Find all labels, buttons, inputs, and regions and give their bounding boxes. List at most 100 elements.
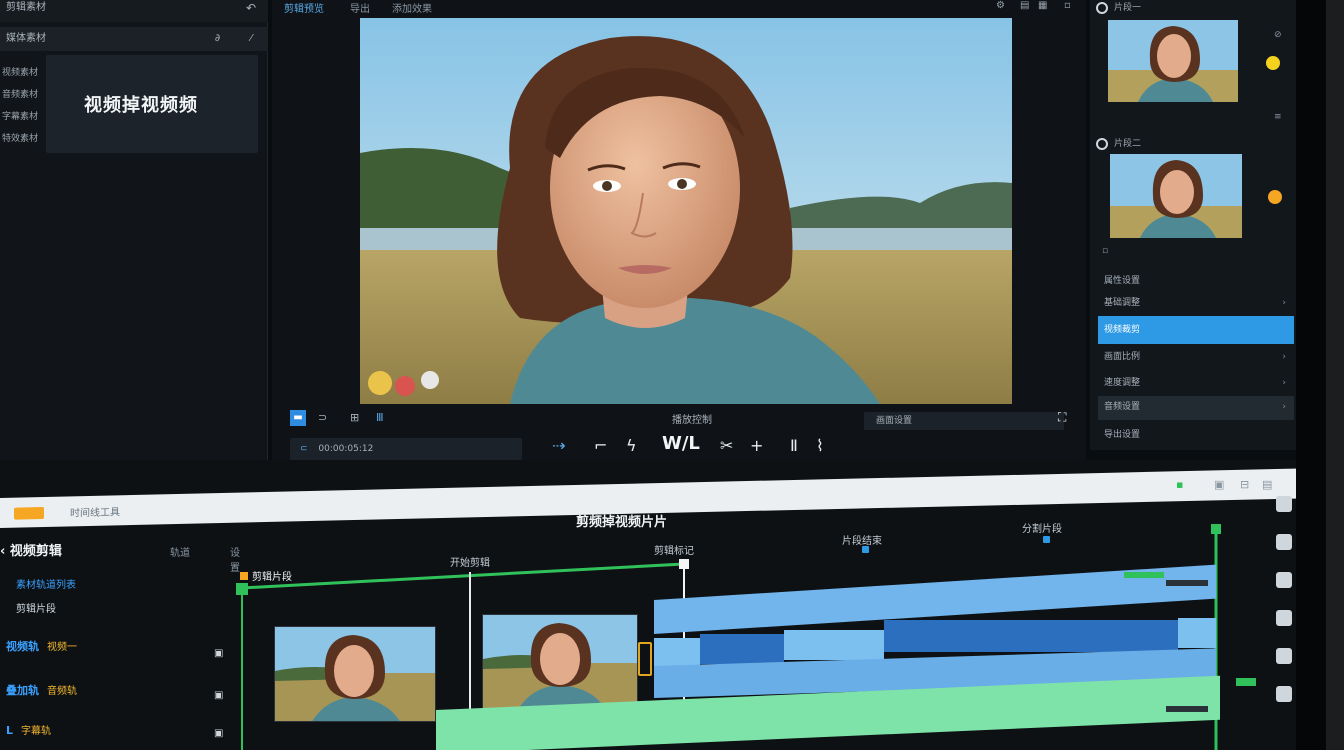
chevron-right-icon: › (1282, 402, 1286, 412)
media-card-title: 视频掉视频频 (84, 95, 198, 116)
thumbnail-image (1110, 154, 1242, 238)
split-icon[interactable]: ϟ (626, 436, 637, 455)
menu-item-label: 基础调整 (1104, 298, 1141, 308)
color-knob[interactable] (1268, 190, 1282, 204)
blue-clip[interactable] (784, 630, 884, 660)
media-category-item[interactable]: 视频素材 (0, 62, 44, 84)
watermark-label: W/L (662, 433, 700, 454)
tool-icon[interactable] (1276, 572, 1292, 588)
tab-preview[interactable]: 剪辑预览 (284, 0, 324, 15)
loop-icon: ⊂ (300, 444, 308, 454)
preview-tabs: 剪辑预览 导出 添加效果 ⚙ ▤ ▦ ▫ (272, 0, 1086, 16)
trim-start-icon[interactable]: ⌐ (594, 436, 607, 455)
tool-icon[interactable] (1276, 496, 1292, 512)
media-tab[interactable]: 媒体素材 ∂ ⁄ (0, 27, 268, 51)
playback-controls-label: 播放控制 (672, 415, 712, 426)
chevron-right-icon: › (1282, 352, 1286, 362)
preview-panel: 剪辑预览 导出 添加效果 ⚙ ▤ ▦ ▫ ▬ ⊃ ⊞ Ⅲ 播放控制 ⊂ 00:0… (272, 0, 1086, 488)
color-knob[interactable] (1266, 56, 1280, 70)
menu-item-label: 速度调整 (1104, 378, 1141, 388)
clip-item-header[interactable]: 片段一 (1096, 0, 1141, 14)
thumbnail-image (1108, 20, 1238, 102)
frame-settings-field[interactable]: 画面设置 (864, 412, 1064, 430)
link-icon[interactable]: ⊘ (1274, 30, 1282, 40)
crop-icon[interactable]: ⌇ (816, 436, 824, 455)
clip-item-header[interactable]: 片段二 (1096, 136, 1141, 150)
menu-item-active[interactable]: 视频裁剪 (1098, 316, 1294, 344)
clip-frame (275, 627, 435, 721)
monitor-bezel (1296, 0, 1344, 750)
menu-item-label: 音频设置 (1104, 402, 1141, 412)
clip-thumbnail[interactable] (1110, 154, 1242, 238)
timeline-panel: 时间线工具 ▪ ▣ ⊟ ▤ 剪频掉视频片片 ‹ 视频剪辑 轨道 设置 素材轨道列… (0, 460, 1300, 750)
grid-icon[interactable]: ⊞ (350, 411, 359, 424)
trim-handle[interactable] (638, 642, 652, 676)
media-category-item[interactable]: 特效素材 (0, 128, 44, 150)
timecode-value: 00:00:05:12 (318, 444, 374, 454)
settings-icon[interactable]: ⚙ (996, 0, 1005, 11)
track-meter (1166, 580, 1208, 586)
blue-clip-dark[interactable] (700, 634, 784, 664)
square-icon[interactable]: ▫ (1102, 246, 1108, 256)
menu-item[interactable]: 基础调整 › (1098, 292, 1294, 314)
radio-icon[interactable] (1096, 1, 1108, 14)
grid-icon[interactable]: ▦ (1038, 0, 1047, 11)
green-marker (1124, 572, 1164, 578)
menu-header: 属性设置 (1098, 270, 1294, 292)
media-panel-title: 剪辑素材 (6, 2, 46, 13)
fit-icon[interactable]: ▬ (290, 410, 306, 426)
video-clip[interactable] (482, 614, 638, 710)
playhead-handle[interactable] (679, 559, 689, 569)
fullscreen-icon[interactable]: ⛶ (1058, 410, 1066, 425)
video-viewer[interactable] (360, 18, 1012, 404)
range-end-handle[interactable] (1211, 524, 1221, 534)
add-icon[interactable]: + (750, 436, 763, 455)
clip-thumbnail[interactable] (1108, 20, 1238, 102)
tool-icon[interactable] (1276, 648, 1292, 664)
menu-item[interactable]: 音频设置 › (1098, 396, 1294, 420)
blue-clip[interactable] (1178, 618, 1216, 648)
media-category-item[interactable]: 音频素材 (0, 84, 44, 106)
skip-forward-icon[interactable]: ⇢ (552, 436, 565, 455)
media-card[interactable]: 视频掉视频频 (46, 55, 258, 153)
tool-icon[interactable] (1276, 534, 1292, 550)
menu-item-label: 视频裁剪 (1104, 325, 1141, 335)
media-category-list: 视频素材 音频素材 字幕素材 特效素材 (0, 62, 44, 150)
pause-icon[interactable]: Ⅱ (790, 436, 798, 455)
menu-icon[interactable]: ≡ (1274, 112, 1282, 122)
tool-icon[interactable] (1276, 610, 1292, 626)
menu-item[interactable]: 画面比例 › (1098, 346, 1294, 368)
clip-item-label: 片段一 (1114, 3, 1142, 13)
video-frame (360, 18, 1012, 404)
clip-frame (483, 615, 637, 709)
level-indicator (1236, 678, 1256, 686)
media-category-item[interactable]: 字幕素材 (0, 106, 44, 128)
timecode-field[interactable]: ⊂ 00:00:05:12 (290, 438, 522, 460)
blue-clip-dark[interactable] (884, 620, 1178, 652)
clip-item-label: 片段二 (1114, 139, 1142, 149)
video-clip[interactable] (274, 626, 436, 722)
radio-icon[interactable] (1096, 137, 1108, 150)
layers-icon[interactable]: ▤ (1020, 0, 1029, 11)
media-panel-header: 剪辑素材 ↶ (0, 0, 268, 22)
blue-clip[interactable] (654, 638, 700, 666)
menu-item[interactable]: 导出设置 (1098, 424, 1294, 446)
range-start-handle[interactable] (236, 583, 248, 595)
close-icon[interactable]: ▫ (1064, 0, 1071, 11)
pen-icon[interactable]: ⁄ (250, 27, 252, 51)
audio-icon[interactable]: ⊃ (318, 411, 327, 424)
menu-item[interactable]: 速度调整 › (1098, 372, 1294, 394)
chevron-right-icon: › (1282, 298, 1286, 308)
menu-header-label: 属性设置 (1104, 276, 1141, 286)
tool-icon[interactable] (1276, 686, 1292, 702)
cut-icon[interactable]: ✂ (720, 436, 733, 455)
undo-icon[interactable]: ↶ (246, 0, 256, 16)
frame-settings-label: 画面设置 (876, 416, 913, 426)
side-toolbar (1276, 496, 1296, 724)
tab-export[interactable]: 导出 (350, 0, 370, 15)
marker-icon[interactable]: Ⅲ (376, 411, 384, 424)
link-icon[interactable]: ∂ (215, 27, 220, 51)
menu-item-label: 导出设置 (1104, 430, 1141, 440)
media-panel: 剪辑素材 ↶ 媒体素材 ∂ ⁄ 视频素材 音频素材 字幕素材 特效素材 视频掉视… (0, 0, 268, 488)
tab-effects[interactable]: 添加效果 (392, 0, 432, 15)
